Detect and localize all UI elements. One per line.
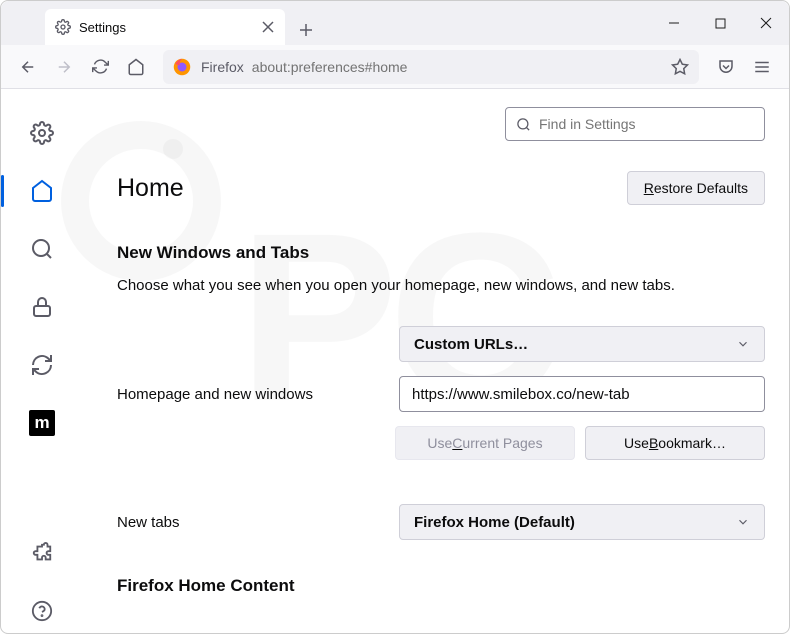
app-menu-button[interactable]	[745, 50, 779, 84]
mozilla-icon: m	[29, 410, 55, 436]
forward-button[interactable]	[47, 50, 81, 84]
maximize-icon	[715, 18, 726, 29]
select-value: Firefox Home (Default)	[414, 514, 575, 531]
newtabs-mode-select[interactable]: Firefox Home (Default)	[399, 504, 765, 540]
pocket-button[interactable]	[709, 50, 743, 84]
search-icon	[516, 117, 531, 132]
arrow-right-icon	[55, 58, 73, 76]
restore-defaults-button[interactable]: RRestore Defaultsestore Defaults	[627, 171, 765, 205]
close-icon[interactable]	[261, 20, 275, 34]
puzzle-icon	[31, 542, 53, 564]
main-panel: Home RRestore Defaultsestore Defaults Ne…	[83, 89, 789, 633]
gear-icon	[55, 19, 71, 35]
page-title: Home	[117, 174, 184, 203]
back-button[interactable]	[11, 50, 45, 84]
hamburger-icon	[753, 58, 771, 76]
home-button[interactable]	[119, 50, 153, 84]
homepage-label: Homepage and new windows	[117, 386, 399, 403]
sidebar-general[interactable]	[20, 111, 64, 155]
url-bar[interactable]: Firefox about:preferences#home	[163, 50, 699, 84]
gear-icon	[30, 121, 54, 145]
settings-search[interactable]	[505, 107, 765, 141]
use-current-pages-button[interactable]: Use Current PagesUse Current Pages	[395, 426, 575, 460]
sidebar-help[interactable]	[20, 589, 64, 633]
homepage-url-input[interactable]	[399, 376, 765, 412]
identity-label: Firefox	[201, 59, 244, 75]
sync-icon	[30, 353, 54, 377]
close-window-button[interactable]	[743, 1, 789, 45]
minimize-button[interactable]	[651, 1, 697, 45]
firefox-icon	[173, 58, 191, 76]
use-bookmark-button[interactable]: Use Bookmark…Use Bookmark…	[585, 426, 765, 460]
sidebar-more-mozilla[interactable]: m	[20, 401, 64, 445]
bookmark-star-icon[interactable]	[671, 58, 689, 76]
settings-search-input[interactable]	[539, 116, 754, 132]
lock-icon	[30, 295, 54, 319]
url-text: about:preferences#home	[252, 59, 671, 75]
section-new-windows-tabs: New Windows and Tabs	[117, 243, 765, 263]
sidebar: m	[1, 89, 83, 633]
new-tab-button[interactable]	[291, 15, 321, 45]
chevron-down-icon	[736, 337, 750, 351]
sidebar-home[interactable]	[20, 169, 64, 213]
arrow-left-icon	[19, 58, 37, 76]
sidebar-search[interactable]	[20, 227, 64, 271]
search-icon	[30, 237, 54, 261]
sidebar-sync[interactable]	[20, 343, 64, 387]
close-icon	[760, 17, 772, 29]
homepage-mode-select[interactable]: Custom URLs…	[399, 326, 765, 362]
home-icon	[127, 58, 145, 76]
sidebar-privacy[interactable]	[20, 285, 64, 329]
browser-tab[interactable]: Settings	[45, 9, 285, 45]
reload-button[interactable]	[83, 50, 117, 84]
reload-icon	[92, 58, 109, 75]
newtabs-label: New tabs	[117, 514, 399, 531]
tab-title: Settings	[79, 20, 261, 35]
pocket-icon	[717, 58, 735, 76]
help-icon	[31, 600, 53, 622]
plus-icon	[299, 23, 313, 37]
home-icon	[30, 179, 54, 203]
minimize-icon	[668, 17, 680, 29]
select-value: Custom URLs…	[414, 336, 528, 353]
maximize-button[interactable]	[697, 1, 743, 45]
chevron-down-icon	[736, 515, 750, 529]
section-firefox-home-content: Firefox Home Content	[117, 576, 765, 596]
section-desc: Choose what you see when you open your h…	[117, 275, 765, 296]
sidebar-extensions[interactable]	[20, 531, 64, 575]
